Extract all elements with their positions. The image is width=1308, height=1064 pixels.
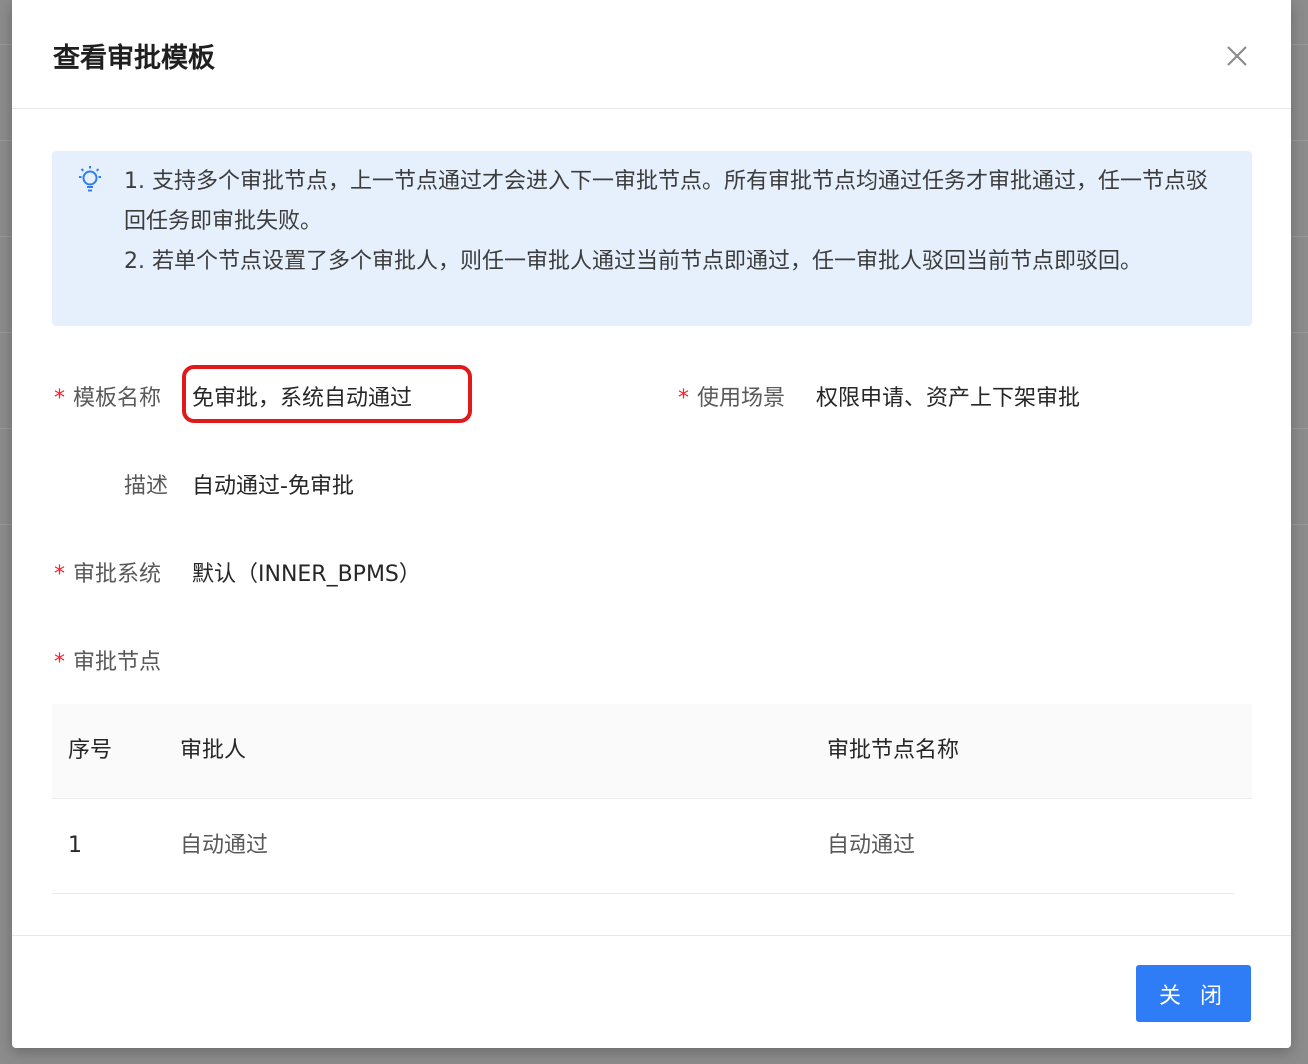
approval-system-value: 默认（INNER_BPMS） <box>192 562 421 587</box>
scenario-label: * 使用场景 <box>678 386 786 411</box>
dialog-title: 查看审批模板 <box>53 43 215 74</box>
description-label: 描述 <box>124 474 169 499</box>
notice-line: 2. 若单个节点设置了多个审批人，则任一审批人通过当前节点即通过，任一审批人驳回… <box>124 249 1142 274</box>
column-header-node-name: 审批节点名称 <box>827 738 960 763</box>
template-name-label: * 模板名称 <box>54 386 162 411</box>
dialog-footer: 关 闭 <box>12 935 1291 1048</box>
cell-node-name: 自动通过 <box>827 833 916 858</box>
approval-nodes-label: * 审批节点 <box>54 650 162 675</box>
approval-system-label: * 审批系统 <box>54 562 162 587</box>
required-mark: * <box>54 386 65 411</box>
notice-line: 1. 支持多个审批节点，上一节点通过才会进入下一审批节点。所有审批节点均通过任务… <box>124 169 1208 234</box>
highlight-annotation <box>182 365 472 423</box>
close-button[interactable]: 关 闭 <box>1136 965 1251 1022</box>
approval-nodes-table: 序号 审批人 审批节点名称 1 自动通过 自动通过 <box>52 704 1252 894</box>
dialog-header: 查看审批模板 <box>12 0 1291 109</box>
scenario-value: 权限申请、资产上下架审批 <box>816 386 1081 411</box>
cell-approver: 自动通过 <box>180 833 269 858</box>
column-header-approver: 审批人 <box>180 738 247 763</box>
cell-index: 1 <box>68 833 82 858</box>
info-notice: 1. 支持多个审批节点，上一节点通过才会进入下一审批节点。所有审批节点均通过任务… <box>52 151 1252 326</box>
lightbulb-icon <box>76 165 104 195</box>
required-mark: * <box>54 562 65 587</box>
view-approval-template-dialog: 查看审批模板 1. 支持多个审批节点，上一节点通过才会进入下一审批节点。所有审批… <box>12 0 1291 1048</box>
notice-text: 1. 支持多个审批节点，上一节点通过才会进入下一审批节点。所有审批节点均通过任务… <box>124 162 1224 282</box>
description-value: 自动通过-免审批 <box>192 474 354 499</box>
required-mark: * <box>678 386 689 411</box>
table-header: 序号 审批人 审批节点名称 <box>52 704 1252 799</box>
required-mark: * <box>54 650 65 675</box>
close-icon[interactable] <box>1223 42 1251 70</box>
column-header-index: 序号 <box>68 738 113 763</box>
table-row: 1 自动通过 自动通过 <box>52 799 1234 894</box>
